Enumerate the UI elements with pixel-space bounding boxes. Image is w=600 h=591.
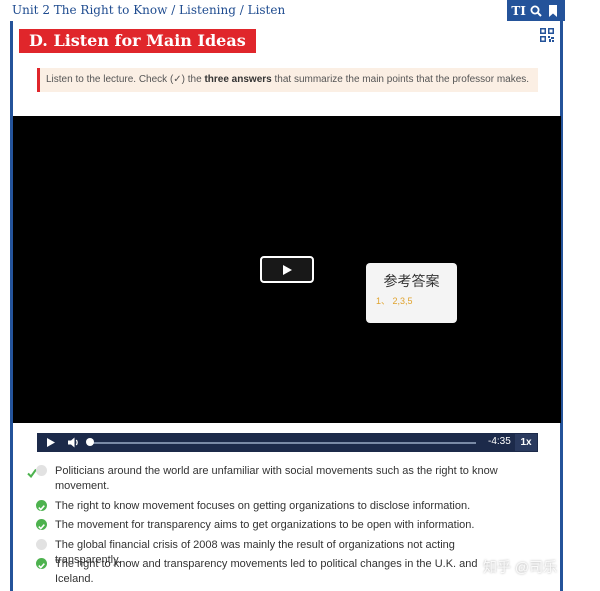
bookmark-button[interactable] <box>546 3 561 18</box>
instruction-box: Listen to the lecture. Check (✓) the thr… <box>37 68 538 92</box>
search-icon <box>530 5 542 17</box>
instruction-emphasis: three answers <box>204 74 272 85</box>
instruction-text-end: that summarize the main points that the … <box>271 74 530 85</box>
video-player[interactable]: 参考答案 1、 2,3,5 <box>13 116 561 423</box>
option-check-icon[interactable] <box>36 465 47 476</box>
progress-track[interactable] <box>89 442 476 444</box>
text-size-icon: TI <box>511 3 526 18</box>
watermark: 知乎 @司乐 <box>483 559 558 575</box>
answer-overlay: 参考答案 1、 2,3,5 <box>366 263 457 323</box>
option-4[interactable]: The global financial crisis of 2008 was … <box>36 538 526 566</box>
option-2[interactable]: The right to know movement focuses on ge… <box>36 499 526 515</box>
option-check-icon[interactable] <box>36 558 47 569</box>
progress-thumb[interactable] <box>86 438 94 446</box>
text-size-button[interactable]: TI <box>511 3 526 18</box>
option-check-icon[interactable] <box>36 519 47 530</box>
option-text: The right to know and transparency movem… <box>55 558 478 585</box>
option-check-icon[interactable] <box>36 539 47 550</box>
breadcrumb: Unit 2 The Right to Know / Listening / L… <box>12 3 286 17</box>
player-controls: -4:35 1x <box>37 433 538 452</box>
option-check-icon[interactable] <box>36 500 47 511</box>
option-3[interactable]: The movement for transparency aims to ge… <box>36 518 526 534</box>
playback-rate-button[interactable]: 1x <box>515 434 537 451</box>
qr-code-icon[interactable] <box>540 28 554 42</box>
bookmark-icon <box>549 4 558 17</box>
answer-title: 参考答案 <box>383 273 440 289</box>
volume-icon[interactable] <box>67 436 80 449</box>
option-1[interactable]: Politicians around the world are unfamil… <box>36 464 526 496</box>
play-icon <box>283 264 292 275</box>
answer-value: 1、 2,3,5 <box>376 296 413 306</box>
top-bar: Unit 2 The Right to Know / Listening / L… <box>0 0 600 21</box>
instruction-text: Listen to the lecture. Check (✓) the <box>46 74 205 85</box>
section-title: D. Listen for Main Ideas <box>19 29 256 53</box>
option-5[interactable]: The right to know and transparency movem… <box>36 557 526 585</box>
search-button[interactable] <box>528 3 543 18</box>
option-text: The movement for transparency aims to ge… <box>55 519 475 531</box>
time-remaining: -4:35 <box>488 436 511 447</box>
option-text: Politicians around the world are unfamil… <box>55 465 498 492</box>
big-play-button[interactable] <box>260 256 314 283</box>
play-icon[interactable] <box>45 437 56 448</box>
toolbar: TI <box>507 0 565 21</box>
option-text: The right to know movement focuses on ge… <box>55 500 471 512</box>
